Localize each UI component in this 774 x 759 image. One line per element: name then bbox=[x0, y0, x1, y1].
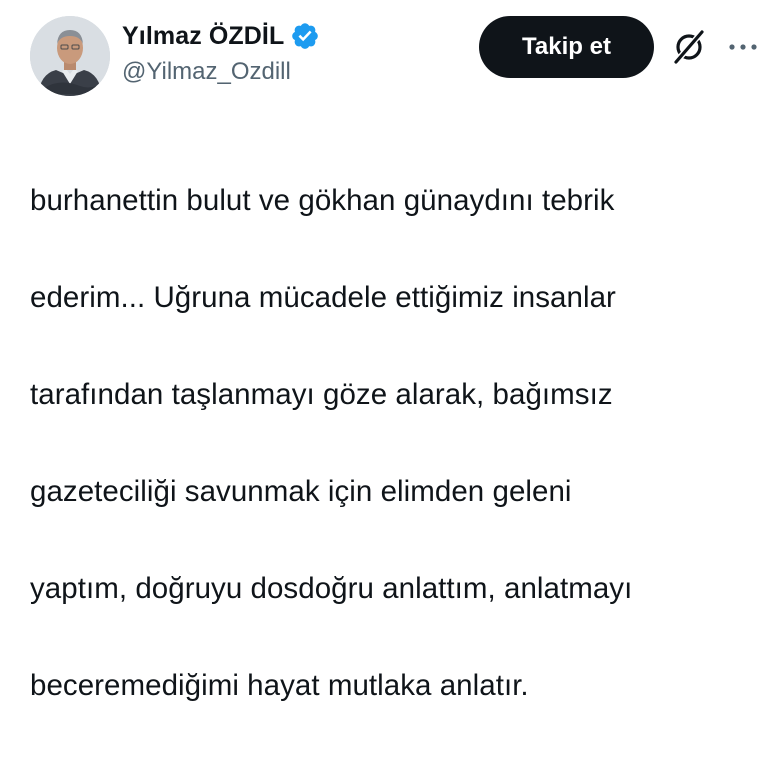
avatar[interactable] bbox=[30, 16, 110, 96]
tweet-text-line: yaptım, doğruyu dosdoğru anlattım, anlat… bbox=[30, 571, 633, 605]
author-display-name[interactable]: Yılmaz ÖZDİL bbox=[122, 22, 284, 51]
follow-button[interactable]: Takip et bbox=[479, 16, 654, 78]
tweet-text-line: beceremediğimi hayat mutlaka anlatır. bbox=[30, 668, 529, 702]
tweet-text-line: burhanettin bulut ve gökhan günaydını te… bbox=[30, 183, 615, 217]
author-name-row: Yılmaz ÖZDİL bbox=[122, 18, 320, 54]
tweet-text-line: tarafından taşlanmayı göze alarak, bağım… bbox=[30, 377, 613, 411]
user-avatar-icon bbox=[30, 16, 110, 96]
tweet-card: Yılmaz ÖZDİL @Yilmaz_Ozdill Takip et bur… bbox=[0, 0, 774, 702]
more-horizontal-icon[interactable] bbox=[722, 26, 764, 68]
tweet-text-line: gazeteciliği savunmak için elimden gelen… bbox=[30, 474, 572, 508]
tweet-text-line: ederim... Uğruna mücadele ettiğimiz insa… bbox=[30, 280, 616, 314]
grok-icon[interactable] bbox=[668, 26, 710, 68]
author-handle[interactable]: @Yilmaz_Ozdill bbox=[122, 58, 291, 86]
tweet-text: burhanettin bulut ve gökhan günaydını te… bbox=[30, 128, 760, 759]
verified-badge-icon[interactable] bbox=[290, 21, 320, 51]
